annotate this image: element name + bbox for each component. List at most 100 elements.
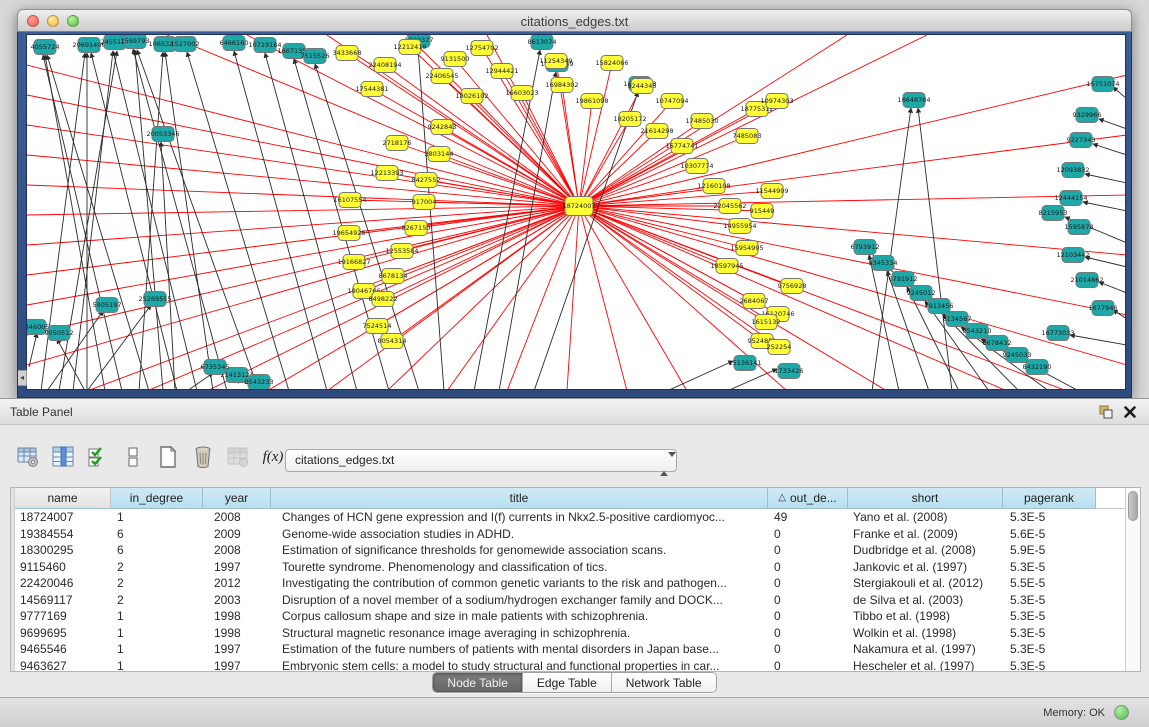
red-edge (579, 206, 687, 390)
black-edge (534, 92, 638, 390)
table-row[interactable]: 1872400712008Changes of HCN gene express… (15, 509, 1125, 526)
column-header-year[interactable]: year (203, 488, 271, 509)
cell-out_degree: 0 (768, 592, 848, 609)
red-edge (579, 101, 592, 206)
table-type-segmented-control: Node TableEdge TableNetwork Table (432, 672, 716, 693)
graph-node-label: 18724007 (562, 202, 595, 210)
close-panel-icon[interactable] (1123, 405, 1137, 419)
cell-filler (1096, 542, 1125, 559)
table-row[interactable]: 2242004622012Investigating the contribut… (15, 575, 1125, 592)
graph-node-label: 22045562 (713, 202, 746, 210)
function-builder-icon[interactable]: f(x) (259, 442, 287, 472)
cell-filler (1096, 592, 1125, 609)
table-scrollbar[interactable] (1125, 488, 1140, 671)
table-row[interactable]: 946362711997Embryonic stem cells: a mode… (15, 658, 1125, 672)
graph-node-label: 11254349 (539, 57, 572, 65)
graph-node-label: 20053346 (146, 130, 179, 138)
graph-node-label: 9543210 (963, 327, 992, 335)
table-selector-dropdown[interactable]: citations_edges.txt (285, 449, 677, 472)
select-columns-icon[interactable] (49, 442, 77, 472)
cell-name: 18724007 (15, 509, 111, 526)
graph-node-label: 19166827 (337, 258, 370, 266)
cell-out_degree: 0 (768, 641, 848, 658)
graph-node-label: 6466160 (220, 39, 249, 47)
tab-edge-table[interactable]: Edge Table (522, 673, 611, 692)
window-titlebar[interactable]: citations_edges.txt (17, 9, 1132, 32)
cell-in_degree: 1 (111, 608, 203, 625)
graph-node-label: 9227343 (1067, 136, 1096, 144)
cell-filler (1096, 509, 1125, 526)
table-row[interactable]: 911546021997Tourette syndrome. Phenomeno… (15, 559, 1125, 576)
scrollbar-thumb[interactable] (1128, 491, 1138, 521)
column-header-pagerank[interactable]: pagerank (1003, 488, 1096, 509)
red-edge (579, 206, 1126, 315)
select-all-check-icon[interactable] (84, 442, 112, 472)
cell-in_degree: 1 (111, 625, 203, 642)
graph-node-label: 16648784 (897, 96, 930, 104)
column-header-out_degree[interactable]: △out_de... (768, 488, 848, 509)
black-edge (91, 53, 177, 390)
red-edge (579, 63, 612, 206)
cell-title: Disruption of a novel member of a sodium… (271, 592, 768, 609)
float-panel-icon[interactable] (1099, 405, 1113, 419)
cell-in_degree: 6 (111, 526, 203, 543)
graph-node-label: 1569793 (121, 37, 150, 45)
graph-node-label: 9244345 (628, 82, 657, 90)
graph-node-label: 12444154 (1054, 194, 1087, 202)
cell-out_degree: 0 (768, 526, 848, 543)
network-canvas-wrap[interactable]: 4055724206914062455122156979310653287152… (26, 34, 1126, 390)
black-edge (187, 373, 213, 390)
table-row[interactable]: 946554611997Estimation of the future num… (15, 641, 1125, 658)
graph-node-label: 9345334 (869, 259, 898, 267)
table-row[interactable]: 977716911998Corpus callosum shape and si… (15, 608, 1125, 625)
cell-name: 9699695 (15, 625, 111, 642)
cell-title: Corpus callosum shape and size in male p… (271, 608, 768, 625)
cell-out_degree: 0 (768, 608, 848, 625)
cell-short: Jankovic et al. (1997) (848, 559, 1003, 576)
table-row[interactable]: 1830029562008Estimation of significance … (15, 542, 1125, 559)
table-header-row: namein_degreeyeartitle△out_de...shortpag… (15, 488, 1125, 509)
black-edge (918, 108, 952, 390)
cell-name: 18300295 (15, 542, 111, 559)
red-edge (27, 95, 579, 206)
cell-name: 14569117 (15, 592, 111, 609)
graph-node-label: 21614298 (640, 127, 673, 135)
graph-node-label: 10974303 (760, 97, 793, 105)
red-edge (507, 206, 579, 390)
clear-selection-icon[interactable] (119, 442, 147, 472)
column-header-name[interactable]: name (15, 488, 111, 509)
cell-short: Yano et al. (2008) (848, 509, 1003, 526)
table-row[interactable]: 1938455462009Genome-wide association stu… (15, 526, 1125, 543)
tab-node-table[interactable]: Node Table (433, 673, 522, 692)
cell-title: Tourette syndrome. Phenomenology and cla… (271, 559, 768, 576)
cell-out_degree: 49 (768, 509, 848, 526)
black-edge (137, 50, 259, 390)
delete-trash-icon[interactable] (189, 442, 217, 472)
graph-node-label: 9756928 (778, 282, 807, 290)
black-edge (418, 48, 444, 390)
table-row[interactable]: 1456911722003Disruption of a novel membe… (15, 592, 1125, 609)
table-settings-icon[interactable] (14, 442, 42, 472)
cell-out_degree: 0 (768, 658, 848, 672)
table-row[interactable]: 969969511998Structural magnetic resonanc… (15, 625, 1125, 642)
graph-node-label: 2684067 (740, 297, 769, 305)
black-edge (667, 361, 733, 390)
table-panel-header: Table Panel (0, 399, 1149, 425)
column-header-in_degree[interactable]: in_degree (111, 488, 203, 509)
tab-network-table[interactable]: Network Table (611, 673, 716, 692)
column-header-title[interactable]: title (271, 488, 768, 509)
cell-short: Dudbridge et al. (2008) (848, 542, 1003, 559)
red-edge (567, 206, 579, 390)
graph-node-label: 12212419 (393, 43, 426, 51)
cell-filler (1096, 658, 1125, 672)
new-document-icon[interactable] (154, 442, 182, 472)
column-header-short[interactable]: short (848, 488, 1003, 509)
memory-status-indicator[interactable] (1114, 705, 1129, 720)
graph-node-label: 15136141 (728, 359, 761, 367)
collapse-panel-handle[interactable]: ◂ (18, 370, 27, 386)
black-edge (47, 311, 103, 390)
black-edge (1083, 202, 1126, 211)
graph-node-label: 22406545 (425, 72, 458, 80)
cell-year: 2012 (203, 575, 271, 592)
graph-node-label: 1595878 (1065, 223, 1094, 231)
